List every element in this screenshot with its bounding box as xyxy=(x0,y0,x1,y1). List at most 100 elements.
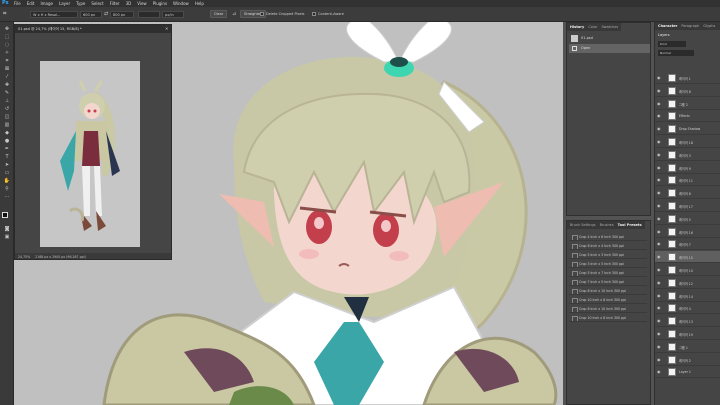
hand-tool-icon[interactable]: ✋ xyxy=(3,178,11,184)
menu-plugins[interactable]: Plugins xyxy=(153,1,167,6)
document-window[interactable]: 01.psd @ 24,7% (레이어 15, RGB/8) * ✕ 24,75… xyxy=(14,24,172,260)
layer-row[interactable]: ◉ 레이어 17 xyxy=(655,200,720,212)
gradient-icon[interactable]: ▥ xyxy=(3,122,11,128)
preset-item[interactable]: Crop 10 Inch x 8 Inch 300 ppi xyxy=(569,314,647,322)
visibility-eye-icon[interactable]: ◉ xyxy=(657,216,662,221)
tab-brushes[interactable]: Brushes xyxy=(600,223,614,227)
visibility-eye-icon[interactable]: ◉ xyxy=(657,75,662,80)
tab-glyphs[interactable]: Glyphs xyxy=(703,24,715,28)
layer-row[interactable]: ◉ 레이어 18 xyxy=(655,136,720,148)
layer-row[interactable]: ◉ 레이어 4 xyxy=(655,302,720,315)
frame-tool-icon[interactable]: ⊠ xyxy=(3,66,11,72)
layers-panel-title[interactable]: Layers xyxy=(658,33,670,37)
visibility-eye-icon[interactable]: ◉ xyxy=(657,126,662,131)
visibility-eye-icon[interactable]: ◉ xyxy=(657,331,662,336)
layer-filter-select[interactable]: Kind xyxy=(658,41,686,47)
tab-swatches[interactable]: Swatches xyxy=(601,25,618,29)
move-tool-icon[interactable]: ✥ xyxy=(3,26,11,32)
layer-row[interactable]: ◉ Effects xyxy=(655,110,720,123)
close-icon[interactable]: ✕ xyxy=(165,26,171,32)
menu-view[interactable]: View xyxy=(137,1,147,6)
menu-filter[interactable]: Filter xyxy=(110,1,120,6)
menu-edit[interactable]: Edit xyxy=(27,1,35,6)
visibility-eye-icon[interactable]: ◉ xyxy=(657,203,662,208)
clear-button[interactable]: Clear xyxy=(210,10,228,18)
layer-row[interactable]: ◉ 레이어 2 xyxy=(655,354,720,366)
visibility-eye-icon[interactable]: ◉ xyxy=(657,267,662,272)
visibility-eye-icon[interactable]: ◉ xyxy=(657,357,662,362)
preset-item[interactable]: Crop 3 Inch x 5 Inch 300 ppi xyxy=(569,260,647,268)
unit-select[interactable]: px/in xyxy=(162,11,184,18)
content-aware-checkbox[interactable] xyxy=(312,12,316,16)
visibility-eye-icon[interactable]: ◉ xyxy=(657,280,662,285)
type-tool-icon[interactable]: T xyxy=(3,154,11,160)
preset-item[interactable]: Crop 5 Inch x 7 Inch 300 ppi xyxy=(569,269,647,277)
more-tools-icon[interactable]: ⋯ xyxy=(3,194,11,200)
layer-row[interactable]: ◉ 그룹 1 xyxy=(655,341,720,353)
tab-paragraph[interactable]: Paragraph xyxy=(681,24,699,28)
preset-item[interactable]: Crop 4 Inch x 6 Inch 300 ppi xyxy=(569,233,647,241)
crop-tool-icon[interactable]: ⌗ xyxy=(3,58,11,64)
visibility-eye-icon[interactable]: ◉ xyxy=(657,241,662,246)
delete-cropped-checkbox[interactable] xyxy=(260,12,264,16)
zoom-level[interactable]: 24,75% xyxy=(18,255,30,259)
layer-row[interactable]: ◉ 레이어 1 xyxy=(655,72,720,84)
swap-icon[interactable]: ⇄ xyxy=(104,11,109,18)
visibility-eye-icon[interactable]: ◉ xyxy=(657,318,662,323)
preset-item[interactable]: Crop 5 Inch x 3 Inch 300 ppi xyxy=(569,251,647,259)
layer-row[interactable]: ◉ 레이어 3 xyxy=(655,149,720,161)
crop-tool-icon[interactable]: ⌗ xyxy=(3,10,11,18)
document-tab[interactable]: 01.psd @ 24,7% (레이어 15, RGB/8) * xyxy=(15,25,171,33)
history-brush-icon[interactable]: ↺ xyxy=(3,106,11,112)
dodge-tool-icon[interactable]: ● xyxy=(3,138,11,144)
menu-select[interactable]: Select xyxy=(91,1,103,6)
tab-brush-settings[interactable]: Brush Settings xyxy=(570,223,596,227)
tab-tool-presets[interactable]: Tool Presets xyxy=(618,223,642,227)
history-snapshot[interactable]: 01.psd xyxy=(569,34,650,43)
visibility-eye-icon[interactable]: ◉ xyxy=(657,88,662,93)
visibility-eye-icon[interactable]: ◉ xyxy=(657,344,662,349)
visibility-eye-icon[interactable]: ◉ xyxy=(657,369,662,374)
eraser-icon[interactable]: ◫ xyxy=(3,114,11,120)
width-field[interactable]: 600 px xyxy=(80,11,102,18)
layer-row[interactable]: ◉ 레이어 8 xyxy=(655,85,720,97)
menu-help[interactable]: Help xyxy=(195,1,204,6)
layer-row[interactable]: ◉ 그룹 2 xyxy=(655,98,720,110)
menu-file[interactable]: File xyxy=(14,1,21,6)
layer-row[interactable]: ◉ 레이어 11 xyxy=(655,174,720,187)
layer-row[interactable]: ◉ 레이어 9 xyxy=(655,162,720,174)
resolution-field[interactable] xyxy=(138,11,160,18)
menu-type[interactable]: Type xyxy=(76,1,85,6)
preset-item[interactable]: Crop 8 Inch x 10 Inch 300 ppi xyxy=(569,305,647,313)
layer-row[interactable]: ◉ 레이어 6 xyxy=(655,187,720,200)
menu-layer[interactable]: Layer xyxy=(59,1,70,6)
screen-mode-icon[interactable]: ▣ xyxy=(3,234,11,240)
pen-tool-icon[interactable]: ✒ xyxy=(3,146,11,152)
layer-row[interactable]: ◉ 레이어 12 xyxy=(655,277,720,289)
lasso-tool-icon[interactable]: ◌ xyxy=(3,42,11,48)
clone-stamp-icon[interactable]: ⊥ xyxy=(3,98,11,104)
history-state-open[interactable]: Open xyxy=(569,44,650,53)
magic-wand-icon[interactable]: ✧ xyxy=(3,50,11,56)
visibility-eye-icon[interactable]: ◉ xyxy=(657,254,662,259)
foreground-color-swatch[interactable] xyxy=(2,212,8,218)
tab-character[interactable]: Character xyxy=(658,24,677,28)
layer-row[interactable]: ◉ 레이어 5 xyxy=(655,213,720,225)
menu-image[interactable]: Image xyxy=(40,1,53,6)
visibility-eye-icon[interactable]: ◉ xyxy=(657,190,662,195)
blend-mode-select[interactable]: Normal xyxy=(658,50,694,56)
tab-history[interactable]: History xyxy=(570,25,584,29)
menu-3d[interactable]: 3D xyxy=(126,1,132,6)
eyedropper-icon[interactable]: ⁄ xyxy=(3,74,11,80)
visibility-eye-icon[interactable]: ◉ xyxy=(657,177,662,182)
brush-tool-icon[interactable]: ✎ xyxy=(3,90,11,96)
zoom-tool-icon[interactable]: ⚲ xyxy=(3,186,11,192)
layer-row[interactable]: ◉ 레이어 13 xyxy=(655,315,720,328)
ratio-select[interactable]: W x H x Resol... xyxy=(30,11,78,18)
layer-row[interactable]: ◉ 레이어 7 xyxy=(655,238,720,251)
layer-row[interactable]: ◉ Layer 1 xyxy=(655,366,720,379)
visibility-eye-icon[interactable]: ◉ xyxy=(657,152,662,157)
layer-row[interactable]: ◉ Drop Shadow xyxy=(655,123,720,136)
healing-brush-icon[interactable]: ✚ xyxy=(3,82,11,88)
visibility-eye-icon[interactable]: ◉ xyxy=(657,305,662,310)
